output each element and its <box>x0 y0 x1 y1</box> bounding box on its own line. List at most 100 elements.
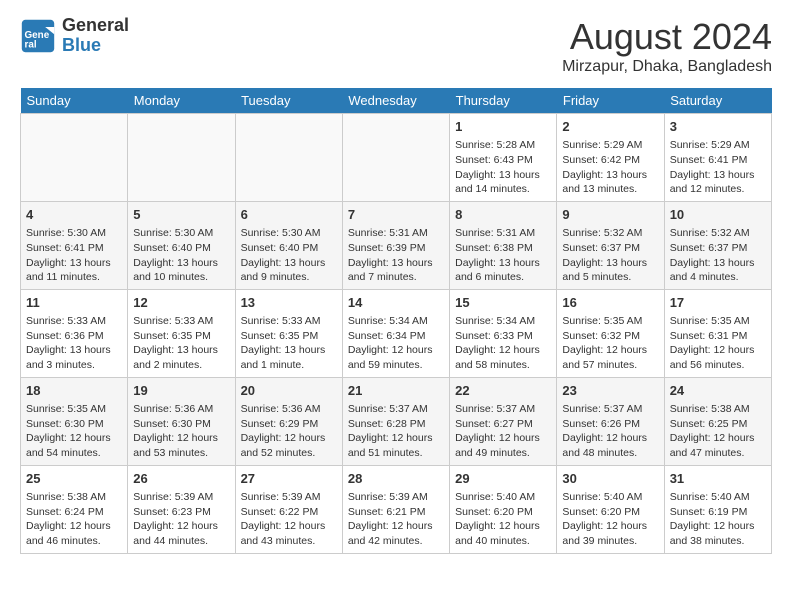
header-row: SundayMondayTuesdayWednesdayThursdayFrid… <box>21 88 772 114</box>
day-info: Sunrise: 5:38 AMSunset: 6:24 PMDaylight:… <box>26 490 122 549</box>
day-header-monday: Monday <box>128 88 235 114</box>
day-cell: 9 Sunrise: 5:32 AMSunset: 6:37 PMDaylight… <box>557 201 664 289</box>
day-info: Sunrise: 5:33 AMSunset: 6:36 PMDaylight:… <box>26 314 122 373</box>
day-cell: 13 Sunrise: 5:33 AMSunset: 6:35 PMDayligh… <box>235 289 342 377</box>
day-cell <box>128 114 235 202</box>
day-number: 20 <box>241 382 337 400</box>
day-info: Sunrise: 5:40 AMSunset: 6:20 PMDaylight:… <box>562 490 658 549</box>
day-number: 24 <box>670 382 766 400</box>
day-cell: 16 Sunrise: 5:35 AMSunset: 6:32 PMDayligh… <box>557 289 664 377</box>
day-cell: 8Sunrise: 5:31 AMSunset: 6:38 PMDaylight… <box>450 201 557 289</box>
day-info: Sunrise: 5:39 AMSunset: 6:22 PMDaylight:… <box>241 490 337 549</box>
day-info: Sunrise: 5:29 AMSunset: 6:41 PMDaylight:… <box>670 138 766 197</box>
day-cell: 25 Sunrise: 5:38 AMSunset: 6:24 PMDayligh… <box>21 465 128 553</box>
day-cell: 4Sunrise: 5:30 AMSunset: 6:41 PMDaylight… <box>21 201 128 289</box>
day-number: 31 <box>670 470 766 488</box>
day-number: 25 <box>26 470 122 488</box>
day-cell: 22Sunrise: 5:37 AMSunset: 6:27 PMDayligh… <box>450 377 557 465</box>
day-info: Sunrise: 5:38 AMSunset: 6:25 PMDaylight:… <box>670 402 766 461</box>
day-number: 3 <box>670 118 766 136</box>
day-cell: 24 Sunrise: 5:38 AMSunset: 6:25 PMDayligh… <box>664 377 771 465</box>
day-cell: 30 Sunrise: 5:40 AMSunset: 6:20 PMDayligh… <box>557 465 664 553</box>
day-cell: 7 Sunrise: 5:31 AMSunset: 6:39 PMDaylight… <box>342 201 449 289</box>
day-cell: 23 Sunrise: 5:37 AMSunset: 6:26 PMDayligh… <box>557 377 664 465</box>
day-cell: 10 Sunrise: 5:32 AMSunset: 6:37 PMDayligh… <box>664 201 771 289</box>
day-cell: 29Sunrise: 5:40 AMSunset: 6:20 PMDayligh… <box>450 465 557 553</box>
week-row-1: 1Sunrise: 5:28 AMSunset: 6:43 PMDaylight… <box>21 114 772 202</box>
calendar-table: SundayMondayTuesdayWednesdayThursdayFrid… <box>20 88 772 554</box>
day-number: 1 <box>455 118 551 136</box>
title-area: August 2024 Mirzapur, Dhaka, Bangladesh <box>562 16 772 76</box>
day-info: Sunrise: 5:36 AMSunset: 6:29 PMDaylight:… <box>241 402 337 461</box>
day-cell: 12 Sunrise: 5:33 AMSunset: 6:35 PMDayligh… <box>128 289 235 377</box>
day-header-friday: Friday <box>557 88 664 114</box>
day-info: Sunrise: 5:32 AMSunset: 6:37 PMDaylight:… <box>670 226 766 285</box>
day-number: 13 <box>241 294 337 312</box>
day-info: Sunrise: 5:35 AMSunset: 6:30 PMDaylight:… <box>26 402 122 461</box>
day-cell: 21 Sunrise: 5:37 AMSunset: 6:28 PMDayligh… <box>342 377 449 465</box>
day-info: Sunrise: 5:39 AMSunset: 6:23 PMDaylight:… <box>133 490 229 549</box>
day-header-thursday: Thursday <box>450 88 557 114</box>
day-info: Sunrise: 5:37 AMSunset: 6:28 PMDaylight:… <box>348 402 444 461</box>
day-number: 5 <box>133 206 229 224</box>
day-number: 16 <box>562 294 658 312</box>
day-info: Sunrise: 5:40 AMSunset: 6:19 PMDaylight:… <box>670 490 766 549</box>
day-number: 22 <box>455 382 551 400</box>
day-number: 30 <box>562 470 658 488</box>
day-number: 8 <box>455 206 551 224</box>
day-cell: 31 Sunrise: 5:40 AMSunset: 6:19 PMDayligh… <box>664 465 771 553</box>
day-info: Sunrise: 5:32 AMSunset: 6:37 PMDaylight:… <box>562 226 658 285</box>
day-info: Sunrise: 5:30 AMSunset: 6:40 PMDaylight:… <box>241 226 337 285</box>
day-cell: 5 Sunrise: 5:30 AMSunset: 6:40 PMDaylight… <box>128 201 235 289</box>
day-number: 12 <box>133 294 229 312</box>
header: Gene ral General Blue August 2024 Mirzap… <box>20 16 772 76</box>
day-cell: 20 Sunrise: 5:36 AMSunset: 6:29 PMDayligh… <box>235 377 342 465</box>
day-number: 26 <box>133 470 229 488</box>
day-info: Sunrise: 5:33 AMSunset: 6:35 PMDaylight:… <box>241 314 337 373</box>
logo-icon: Gene ral <box>20 18 56 54</box>
day-info: Sunrise: 5:40 AMSunset: 6:20 PMDaylight:… <box>455 490 551 549</box>
subtitle: Mirzapur, Dhaka, Bangladesh <box>562 58 772 76</box>
day-cell: 2 Sunrise: 5:29 AMSunset: 6:42 PMDaylight… <box>557 114 664 202</box>
day-cell: 17Sunrise: 5:35 AMSunset: 6:31 PMDayligh… <box>664 289 771 377</box>
day-number: 23 <box>562 382 658 400</box>
day-cell: 3 Sunrise: 5:29 AMSunset: 6:41 PMDaylight… <box>664 114 771 202</box>
day-cell: 26 Sunrise: 5:39 AMSunset: 6:23 PMDayligh… <box>128 465 235 553</box>
day-info: Sunrise: 5:31 AMSunset: 6:39 PMDaylight:… <box>348 226 444 285</box>
day-info: Sunrise: 5:37 AMSunset: 6:26 PMDaylight:… <box>562 402 658 461</box>
day-cell: 28 Sunrise: 5:39 AMSunset: 6:21 PMDayligh… <box>342 465 449 553</box>
day-info: Sunrise: 5:30 AMSunset: 6:40 PMDaylight:… <box>133 226 229 285</box>
logo-line1: General <box>62 16 129 36</box>
day-number: 9 <box>562 206 658 224</box>
day-number: 19 <box>133 382 229 400</box>
day-cell: 1Sunrise: 5:28 AMSunset: 6:43 PMDaylight… <box>450 114 557 202</box>
day-number: 10 <box>670 206 766 224</box>
day-info: Sunrise: 5:35 AMSunset: 6:32 PMDaylight:… <box>562 314 658 373</box>
day-number: 2 <box>562 118 658 136</box>
day-header-sunday: Sunday <box>21 88 128 114</box>
day-cell: 19 Sunrise: 5:36 AMSunset: 6:30 PMDayligh… <box>128 377 235 465</box>
day-number: 14 <box>348 294 444 312</box>
day-info: Sunrise: 5:36 AMSunset: 6:30 PMDaylight:… <box>133 402 229 461</box>
logo-line2: Blue <box>62 36 129 56</box>
week-row-2: 4Sunrise: 5:30 AMSunset: 6:41 PMDaylight… <box>21 201 772 289</box>
day-cell <box>235 114 342 202</box>
day-header-saturday: Saturday <box>664 88 771 114</box>
day-number: 11 <box>26 294 122 312</box>
week-row-4: 18Sunrise: 5:35 AMSunset: 6:30 PMDayligh… <box>21 377 772 465</box>
day-cell <box>342 114 449 202</box>
day-info: Sunrise: 5:29 AMSunset: 6:42 PMDaylight:… <box>562 138 658 197</box>
day-cell: 15Sunrise: 5:34 AMSunset: 6:33 PMDayligh… <box>450 289 557 377</box>
day-cell: 14Sunrise: 5:34 AMSunset: 6:34 PMDayligh… <box>342 289 449 377</box>
day-info: Sunrise: 5:39 AMSunset: 6:21 PMDaylight:… <box>348 490 444 549</box>
day-number: 6 <box>241 206 337 224</box>
day-cell <box>21 114 128 202</box>
day-number: 21 <box>348 382 444 400</box>
day-number: 15 <box>455 294 551 312</box>
day-number: 27 <box>241 470 337 488</box>
day-number: 7 <box>348 206 444 224</box>
day-info: Sunrise: 5:33 AMSunset: 6:35 PMDaylight:… <box>133 314 229 373</box>
day-number: 28 <box>348 470 444 488</box>
day-cell: 27 Sunrise: 5:39 AMSunset: 6:22 PMDayligh… <box>235 465 342 553</box>
day-number: 4 <box>26 206 122 224</box>
